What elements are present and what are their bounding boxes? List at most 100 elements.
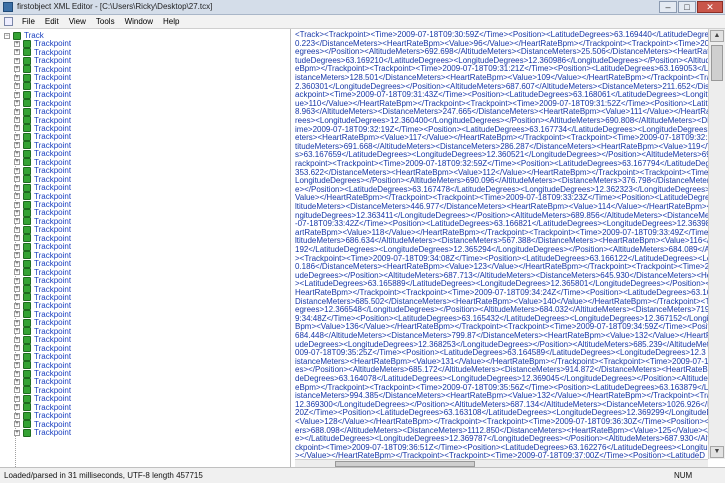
menu-view[interactable]: View: [64, 16, 91, 28]
xml-element-icon: [23, 56, 31, 65]
expand-icon[interactable]: +: [14, 302, 20, 309]
element-tree-panel[interactable]: − Track + Trackpoint + Trackpoint + Trackpoint +…: [0, 29, 291, 467]
expand-icon[interactable]: +: [14, 133, 20, 140]
xml-element-icon: [23, 259, 31, 268]
app-icon: [3, 2, 13, 12]
expand-icon[interactable]: +: [14, 117, 20, 123]
expand-icon[interactable]: +: [14, 378, 20, 385]
expand-icon[interactable]: +: [14, 345, 20, 352]
xml-element-icon: [23, 225, 31, 234]
xml-element-icon: [23, 369, 31, 378]
horizontal-scrollbar[interactable]: [295, 459, 708, 467]
xml-element-icon: [23, 377, 31, 386]
expand-icon[interactable]: +: [14, 353, 20, 360]
expand-icon[interactable]: +: [14, 159, 20, 166]
xml-element-icon: [23, 48, 31, 57]
xml-element-icon: [23, 251, 31, 260]
expand-icon[interactable]: +: [14, 100, 20, 107]
xml-element-icon: [23, 73, 31, 82]
expand-icon[interactable]: +: [14, 277, 20, 284]
expand-icon[interactable]: +: [14, 328, 20, 335]
expand-icon[interactable]: +: [14, 260, 20, 267]
xml-element-icon: [23, 318, 31, 327]
expand-icon[interactable]: +: [14, 108, 20, 115]
expand-icon[interactable]: +: [14, 252, 20, 259]
expand-icon[interactable]: +: [14, 167, 20, 174]
xml-element-icon: [23, 217, 31, 226]
xml-element-icon: [23, 192, 31, 201]
expand-icon[interactable]: +: [14, 269, 20, 276]
xml-element-icon: [23, 327, 31, 336]
expand-icon[interactable]: +: [14, 40, 20, 47]
xml-element-icon: [23, 65, 31, 74]
xml-element-icon: [23, 335, 31, 344]
xml-element-icon: [23, 90, 31, 99]
vertical-scroll-thumb[interactable]: [711, 45, 723, 81]
xml-text-editor[interactable]: <Track><Trackpoint><Time>2009-07-18T09:3…: [295, 29, 708, 459]
expand-icon[interactable]: +: [14, 74, 20, 81]
expand-icon[interactable]: +: [14, 142, 20, 149]
xml-element-icon: [23, 158, 31, 167]
menu-window[interactable]: Window: [120, 16, 158, 28]
xml-element-icon: [23, 403, 31, 412]
xml-element-icon: [23, 310, 31, 319]
expand-icon[interactable]: +: [14, 49, 20, 56]
expand-icon[interactable]: +: [14, 294, 20, 301]
expand-icon[interactable]: +: [14, 286, 20, 292]
xml-element-icon: [23, 301, 31, 310]
xml-element-icon: [23, 285, 31, 293]
minimize-button[interactable]: –: [659, 1, 677, 13]
expand-icon[interactable]: +: [14, 319, 20, 326]
expand-icon[interactable]: +: [14, 209, 20, 216]
window-title: firstobject XML Editor - [C:\Users\Ricky…: [17, 2, 213, 11]
expand-icon[interactable]: +: [14, 218, 20, 225]
expand-icon[interactable]: +: [14, 83, 20, 90]
expand-icon[interactable]: +: [14, 412, 20, 419]
expand-icon[interactable]: +: [14, 226, 20, 233]
expand-icon[interactable]: +: [14, 193, 20, 200]
xml-element-icon: [23, 386, 31, 395]
xml-element-icon: [23, 200, 31, 209]
collapse-icon[interactable]: −: [4, 32, 10, 39]
maximize-button[interactable]: □: [678, 1, 696, 13]
expand-icon[interactable]: +: [14, 362, 20, 369]
expand-icon[interactable]: +: [14, 125, 20, 132]
expand-icon[interactable]: +: [14, 57, 20, 64]
expand-icon[interactable]: +: [14, 421, 20, 428]
menu-help[interactable]: Help: [158, 16, 184, 28]
xml-element-icon: [23, 420, 31, 429]
menu-edit[interactable]: Edit: [40, 16, 64, 28]
document-icon[interactable]: [4, 17, 13, 26]
expand-icon[interactable]: +: [14, 370, 20, 377]
window-controls: – □ ✕: [659, 1, 723, 13]
scroll-down-arrow-icon[interactable]: ▼: [710, 446, 724, 458]
expand-icon[interactable]: +: [14, 311, 20, 318]
xml-element-icon: [23, 361, 31, 370]
expand-icon[interactable]: +: [14, 243, 20, 250]
close-button[interactable]: ✕: [697, 1, 723, 13]
xml-element-icon: [23, 411, 31, 420]
menu-tools[interactable]: Tools: [91, 16, 120, 28]
expand-icon[interactable]: +: [14, 336, 20, 343]
status-bar: Loaded/parsed in 31 milliseconds, UTF-8 …: [0, 467, 725, 483]
scroll-up-arrow-icon[interactable]: ▲: [710, 30, 724, 42]
expand-icon[interactable]: +: [14, 176, 20, 183]
expand-icon[interactable]: +: [14, 150, 20, 157]
expand-icon[interactable]: +: [14, 235, 20, 242]
menu-file[interactable]: File: [17, 16, 40, 28]
expand-icon[interactable]: +: [14, 184, 20, 191]
tree-node-trackpoint[interactable]: + Trackpoint: [14, 428, 71, 437]
expand-icon[interactable]: +: [14, 387, 20, 394]
xml-element-icon: [23, 149, 31, 158]
expand-icon[interactable]: +: [14, 429, 20, 436]
xml-element-icon: [13, 31, 21, 40]
expand-icon[interactable]: +: [14, 91, 20, 98]
xml-element-icon: [23, 183, 31, 192]
vertical-scrollbar[interactable]: ▲ ▼: [708, 29, 725, 459]
code-line: ></Value></HeartRateBpm></Trackpoint><Tr…: [295, 451, 706, 459]
expand-icon[interactable]: +: [14, 66, 20, 73]
expand-icon[interactable]: +: [14, 201, 20, 208]
expand-icon[interactable]: +: [14, 404, 20, 411]
expand-icon[interactable]: +: [14, 395, 20, 402]
xml-element-icon: [23, 394, 31, 403]
